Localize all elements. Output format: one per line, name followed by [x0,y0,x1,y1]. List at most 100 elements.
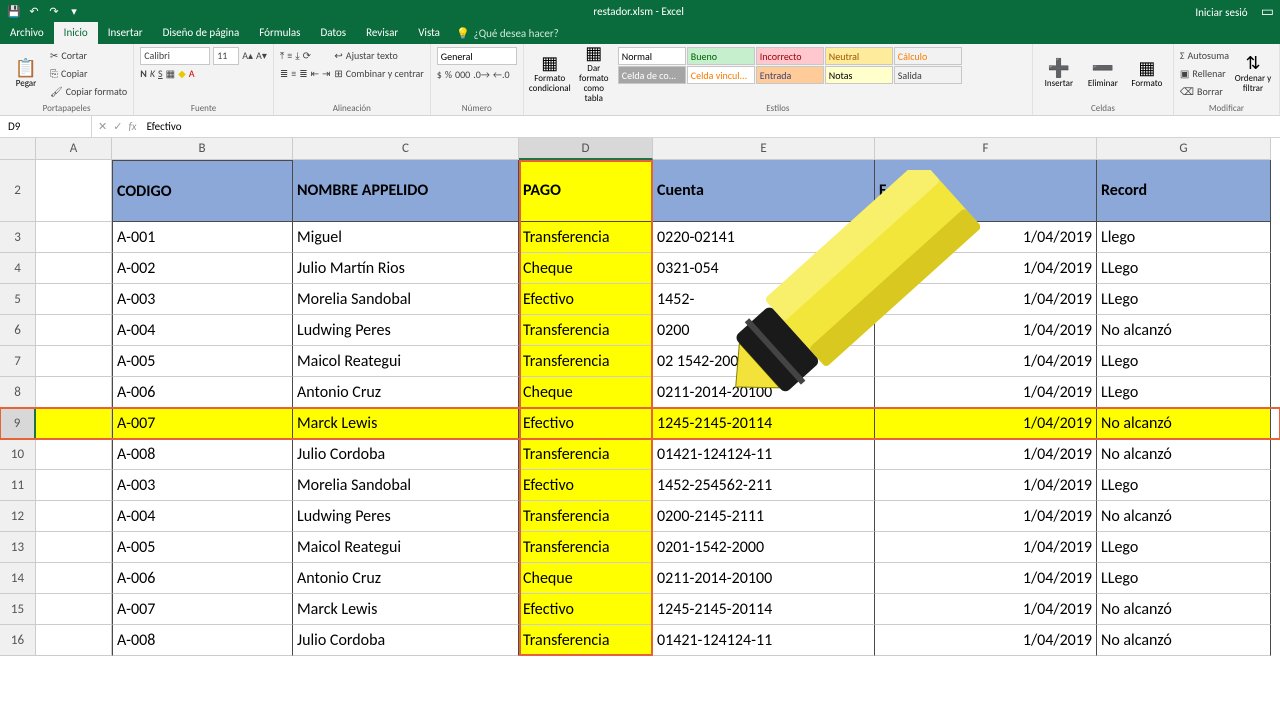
cut-button[interactable]: ✂Cortar [50,47,127,64]
row-header[interactable]: 4 [0,253,36,284]
data-cell[interactable] [36,439,112,470]
data-cell[interactable]: 1/04/2019 [875,284,1097,315]
cell-style-swatch[interactable]: Normal [618,47,686,65]
data-cell[interactable]: Maicol Reategui [293,346,519,377]
align-left-icon[interactable]: ≣ [280,67,288,80]
enter-icon[interactable]: ✓ [113,120,122,133]
format-as-table-button[interactable]: ▦Dar formato como tabla [574,47,614,99]
data-cell[interactable]: Maicol Reategui [293,532,519,563]
data-cell[interactable]: Morelia Sandobal [293,470,519,501]
data-cell[interactable]: 0211-2014-20100 [653,377,875,408]
data-cell[interactable]: 1/04/2019 [875,222,1097,253]
column-header[interactable]: E [653,138,875,160]
indent-dec-icon[interactable]: ⇤ [311,67,319,80]
data-cell[interactable]: Ludwing Peres [293,315,519,346]
qat-more-icon[interactable]: ▾ [66,5,82,18]
data-cell[interactable]: A-007 [112,408,293,439]
tab-page-layout[interactable]: Diseño de página [153,22,250,44]
conditional-formatting-button[interactable]: ▦Formato condicional [530,47,570,99]
data-cell[interactable] [36,470,112,501]
select-all-cell[interactable] [0,138,36,160]
cell-style-swatch[interactable]: Bueno [687,47,755,65]
data-cell[interactable]: Efectivo [519,408,653,439]
data-cell[interactable] [36,315,112,346]
row-header[interactable]: 11 [0,470,36,501]
autosum-button[interactable]: ΣAutosuma [1180,47,1229,64]
delete-cells-button[interactable]: ➖Eliminar [1083,47,1123,99]
data-cell[interactable]: LLego [1097,377,1271,408]
data-cell[interactable]: Julio Cordoba [293,439,519,470]
data-cell[interactable]: 1/04/2019 [875,377,1097,408]
align-bottom-icon[interactable]: ⤓ [295,49,299,62]
data-cell[interactable]: 1245-2145-20114 [653,594,875,625]
data-cell[interactable]: A-006 [112,563,293,594]
bold-button[interactable]: N [140,67,147,80]
font-select[interactable]: Calibri [140,47,210,65]
border-button[interactable]: ▦ [166,67,175,80]
spreadsheet-grid[interactable]: ABCDEFG2CODIGONOMBRE APPELIDOPAGOCuentaF… [0,138,1280,656]
row-header[interactable]: 10 [0,439,36,470]
data-cell[interactable]: Ludwing Peres [293,501,519,532]
data-cell[interactable] [36,594,112,625]
data-cell[interactable]: No alcanzó [1097,594,1271,625]
data-cell[interactable]: 1/04/2019 [875,346,1097,377]
fill-button[interactable]: ▣Rellenar [1180,65,1229,82]
row-header[interactable]: 7 [0,346,36,377]
tell-me[interactable]: 💡 ¿Qué desea hacer? [450,22,559,44]
row-header[interactable]: 12 [0,501,36,532]
row-header[interactable]: 15 [0,594,36,625]
cell-style-swatch[interactable]: Notas [825,66,893,84]
merge-center-button[interactable]: ⊞Combinar y centrar [334,65,423,82]
data-cell[interactable]: Marck Lewis [293,408,519,439]
row-header[interactable]: 16 [0,625,36,656]
thousands-icon[interactable]: 000 [455,68,470,81]
data-cell[interactable] [36,253,112,284]
data-cell[interactable]: A-005 [112,532,293,563]
data-cell[interactable]: A-003 [112,284,293,315]
increase-font-icon[interactable]: A▴ [242,49,253,62]
cell-style-swatch[interactable]: Neutral [825,47,893,65]
cell-style-swatch[interactable]: Celda vincul... [687,66,755,84]
row-header[interactable]: 13 [0,532,36,563]
decimal-dec-icon[interactable]: ←.0 [493,68,510,81]
header-cell[interactable]: Cuenta [653,160,875,222]
data-cell[interactable]: Transferencia [519,625,653,656]
data-cell[interactable]: 1/04/2019 [875,532,1097,563]
data-cell[interactable]: 1/04/2019 [875,408,1097,439]
tab-insert[interactable]: Insertar [98,22,153,44]
sort-filter-button[interactable]: ⇅Ordenar y filtrar [1233,47,1273,99]
data-cell[interactable]: Transferencia [519,439,653,470]
cell-style-swatch[interactable]: Entrada [756,66,824,84]
data-cell[interactable]: Transferencia [519,532,653,563]
align-right-icon[interactable]: ≣ [299,67,307,80]
data-cell[interactable]: 01421-124124-11 [653,625,875,656]
data-cell[interactable] [36,284,112,315]
header-cell[interactable]: Record [1097,160,1271,222]
data-cell[interactable]: No alcanzó [1097,625,1271,656]
tab-home[interactable]: Inicio [54,22,98,44]
decimal-inc-icon[interactable]: .0→ [473,68,490,81]
header-cell[interactable] [36,160,112,222]
data-cell[interactable]: Antonio Cruz [293,563,519,594]
sign-in-right[interactable] [1270,22,1280,44]
data-cell[interactable]: LLego [1097,532,1271,563]
paste-button[interactable]: 📋 Pegar [6,47,46,99]
data-cell[interactable]: No alcanzó [1097,501,1271,532]
data-cell[interactable] [36,532,112,563]
header-cell[interactable]: PAGO [519,160,653,222]
fx-icon[interactable]: fx [128,120,136,133]
formula-input[interactable]: Efectivo [143,120,1280,133]
cancel-icon[interactable]: ✕ [98,120,107,133]
row-header[interactable]: 14 [0,563,36,594]
data-cell[interactable] [36,346,112,377]
data-cell[interactable]: Cheque [519,253,653,284]
data-cell[interactable] [36,408,112,439]
data-cell[interactable]: A-006 [112,377,293,408]
row-header[interactable]: 8 [0,377,36,408]
data-cell[interactable]: No alcanzó [1097,408,1271,439]
data-cell[interactable]: 0201-1542-2000 [653,532,875,563]
data-cell[interactable]: A-007 [112,594,293,625]
data-cell[interactable]: Efectivo [519,594,653,625]
column-header[interactable]: C [293,138,519,160]
data-cell[interactable]: Julio Cordoba [293,625,519,656]
